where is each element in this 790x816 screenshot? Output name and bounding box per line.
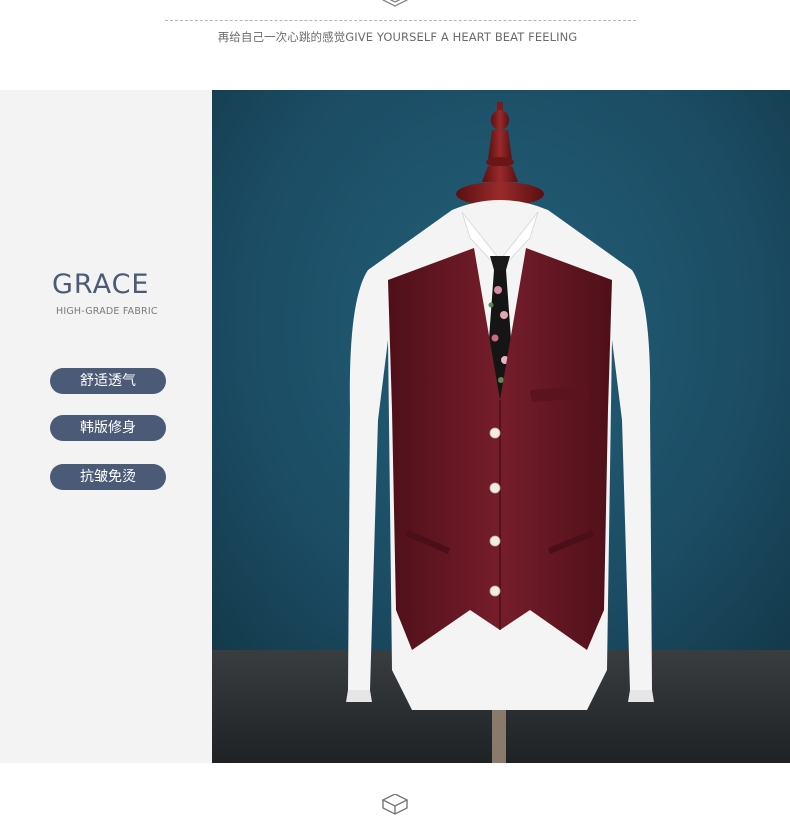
brand-subtitle: HIGH-GRADE FABRIC (56, 306, 158, 317)
tagline: 再给自己一次心跳的感觉GIVE YOURSELF A HEART BEAT FE… (217, 30, 578, 44)
box-icon (382, 0, 408, 7)
product-panel: GRACE HIGH-GRADE FABRIC 舒适透气 韩版修身 抗皱免烫 (0, 90, 790, 763)
feature-badge-wrinkle-free: 抗皱免烫 (50, 464, 166, 490)
feature-sidebar: GRACE HIGH-GRADE FABRIC 舒适透气 韩版修身 抗皱免烫 (0, 90, 212, 763)
box-icon (381, 794, 409, 815)
feature-badge-breathable: 舒适透气 (50, 368, 166, 394)
product-photo (212, 90, 790, 763)
brand-title: GRACE (52, 269, 150, 300)
divider (165, 20, 636, 21)
feature-badge-slim-fit: 韩版修身 (50, 415, 166, 441)
